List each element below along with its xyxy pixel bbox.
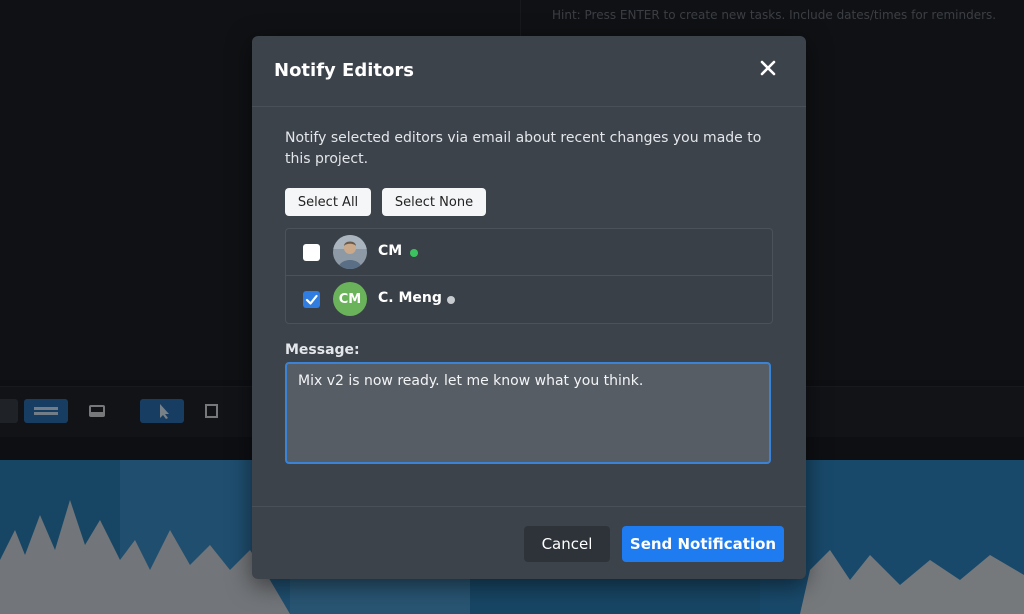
- editor-name: CM: [378, 243, 403, 259]
- close-icon: [760, 60, 776, 76]
- cancel-button[interactable]: Cancel: [524, 526, 610, 562]
- editor-row-cm[interactable]: CM: [286, 229, 772, 275]
- select-none-button[interactable]: Select None: [382, 188, 486, 216]
- online-status-dot: [410, 249, 418, 257]
- avatar-photo-icon: [333, 235, 367, 269]
- editor-row-c-meng[interactable]: CM C. Meng: [286, 275, 772, 322]
- avatar: CM: [333, 282, 367, 316]
- dialog-body: Notify selected editors via email about …: [285, 128, 773, 464]
- offline-status-dot: [447, 296, 455, 304]
- send-notification-button[interactable]: Send Notification: [622, 526, 784, 562]
- dialog-title: Notify Editors: [274, 60, 414, 81]
- close-button[interactable]: [758, 58, 778, 78]
- avatar: [333, 235, 367, 269]
- dialog-description: Notify selected editors via email about …: [285, 130, 762, 167]
- editor-checkbox-c-meng[interactable]: [303, 291, 320, 308]
- checkmark-icon: [305, 294, 318, 305]
- editor-list: CM CM C. Meng: [285, 228, 773, 324]
- message-label: Message:: [285, 342, 360, 358]
- message-textarea[interactable]: Mix v2 is now ready. let me know what yo…: [285, 362, 771, 464]
- editor-name: C. Meng: [378, 290, 442, 306]
- select-all-button[interactable]: Select All: [285, 188, 371, 216]
- dialog-footer: Cancel Send Notification: [252, 506, 806, 579]
- editor-checkbox-cm[interactable]: [303, 244, 320, 261]
- dialog-header: Notify Editors: [252, 36, 806, 107]
- notify-editors-dialog: Notify Editors Notify selected editors v…: [252, 36, 806, 579]
